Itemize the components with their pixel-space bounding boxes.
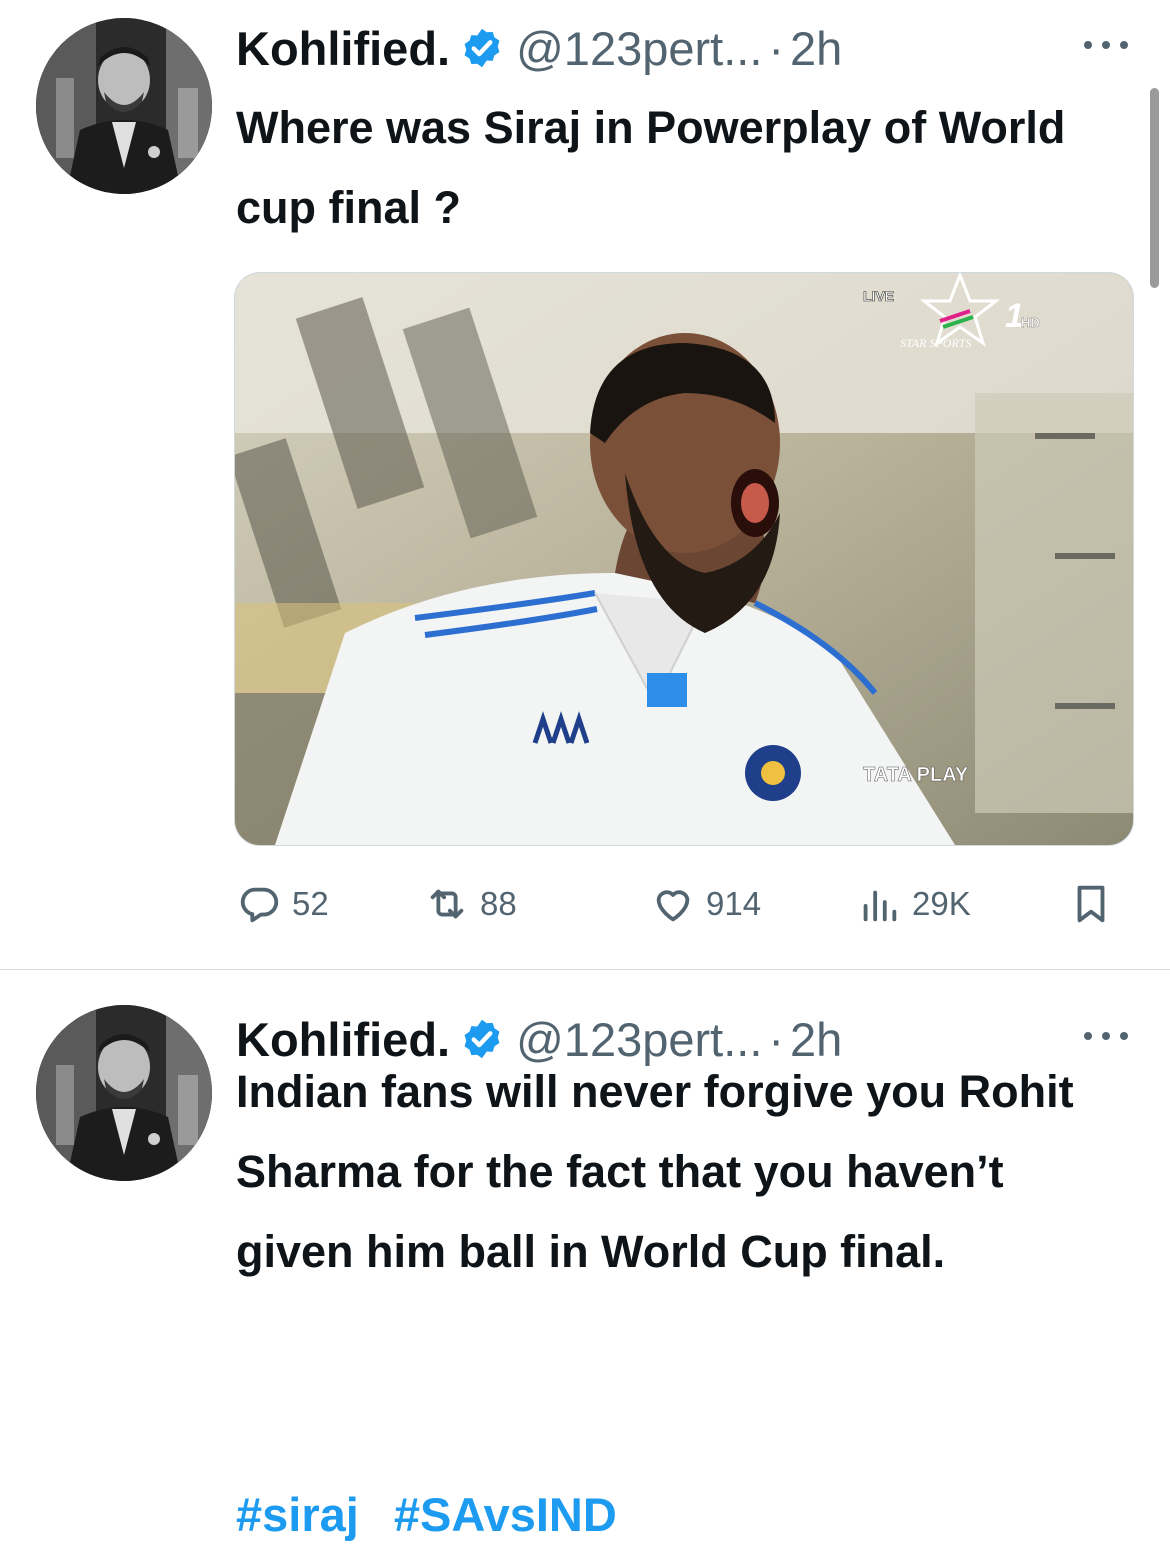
like-count: 914	[706, 885, 762, 922]
avatar-photo	[36, 1005, 212, 1181]
bookmark-icon	[1077, 885, 1105, 923]
author-name[interactable]: Kohlified.	[236, 21, 450, 76]
tweet-media-image[interactable]: LIVE 1 HD STAR SPORTS TATA PLAY	[234, 272, 1134, 846]
hashtag-list: #siraj #SAvsIND	[236, 1487, 639, 1542]
views-button[interactable]: 29K	[856, 872, 971, 936]
tweet[interactable]: Kohlified. @123pert... · 2h Indian fans …	[0, 971, 1170, 1561]
channel-hd: HD	[1021, 315, 1040, 330]
reply-button[interactable]: 52	[236, 872, 329, 936]
bookmark-button[interactable]	[1068, 872, 1124, 936]
separator-dot: ·	[768, 21, 785, 75]
tweet-text: Indian fans will never forgive you Rohit…	[236, 1066, 1074, 1277]
media-photo: LIVE 1 HD STAR SPORTS TATA PLAY	[235, 273, 1133, 845]
retweet-count: 88	[480, 885, 517, 922]
tweet-actions: 52 88 914 29K	[236, 872, 1116, 936]
more-horizontal-icon[interactable]	[1078, 1021, 1134, 1051]
channel-label: STAR SPORTS	[900, 336, 971, 350]
reply-icon	[240, 887, 279, 923]
views-count: 29K	[912, 885, 971, 922]
retweet-button[interactable]: 88	[424, 872, 517, 936]
more-horizontal-icon[interactable]	[1078, 30, 1134, 60]
views-chart-icon	[863, 890, 897, 922]
avatar[interactable]	[36, 18, 212, 194]
heart-icon	[656, 890, 690, 922]
tweet[interactable]: Kohlified. @123pert... · 2h Where was Si…	[0, 0, 1170, 970]
live-tag: LIVE	[863, 288, 894, 304]
reply-count: 52	[292, 885, 329, 922]
timestamp[interactable]: 2h	[790, 21, 842, 76]
tweet-text: Where was Siraj in Powerplay of World cu…	[236, 102, 1066, 233]
retweet-icon	[430, 889, 464, 919]
avatar-photo	[36, 18, 212, 194]
verified-badge-icon	[464, 28, 500, 68]
sponsor-label: TATA PLAY	[863, 764, 969, 786]
author-handle[interactable]: @123pert...	[516, 21, 762, 76]
avatar[interactable]	[36, 1005, 212, 1181]
hashtag-link[interactable]: #SAvsIND	[394, 1488, 617, 1541]
tweet-header: Kohlified. @123pert... · 2h	[236, 18, 1134, 78]
tweet-divider	[0, 969, 1170, 970]
like-button[interactable]: 914	[650, 872, 761, 936]
hashtag-link[interactable]: #siraj	[236, 1488, 359, 1541]
